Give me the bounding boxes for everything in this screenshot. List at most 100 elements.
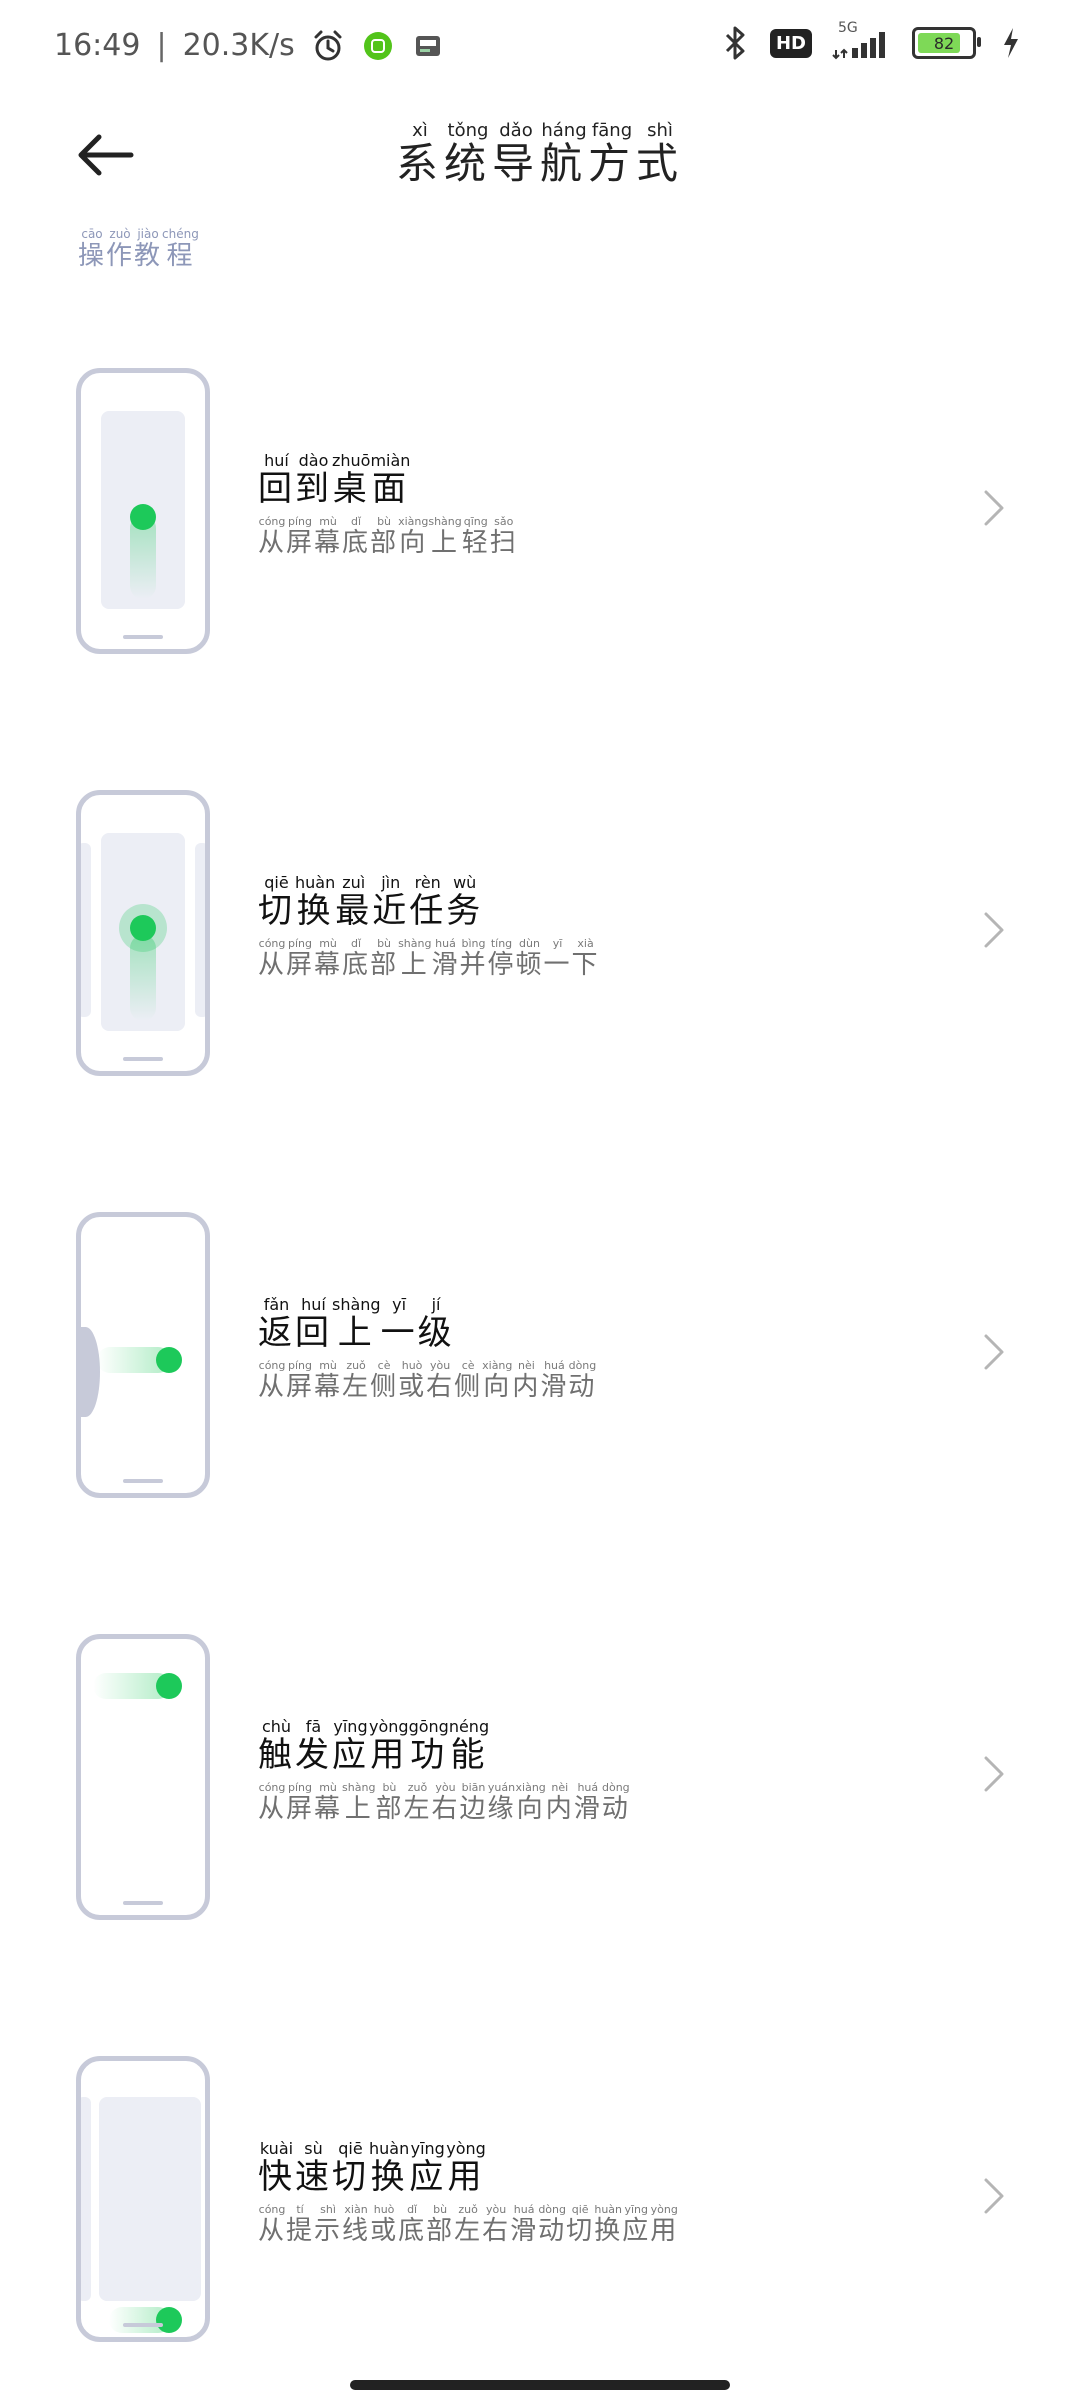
item-subtitle-char: 底dǐ xyxy=(398,2203,426,2246)
item-subtitle-char: 部bù xyxy=(426,2203,454,2246)
item-title-hanzi: 到 xyxy=(295,469,332,509)
phone-illustration xyxy=(76,2056,210,2342)
page-title-pinyin: tǒng xyxy=(443,120,492,141)
navigation-method-item[interactable]: 切qiē换huàn最zuì近jìn任rèn务wù 从cóng屏píng幕mù底dǐ… xyxy=(0,780,1080,1080)
item-subtitle-pinyin: mù xyxy=(314,937,343,950)
item-title-hanzi: 切 xyxy=(332,2157,369,2197)
touch-point xyxy=(156,1673,182,1699)
page-title-pinyin: xì xyxy=(395,120,444,141)
item-subtitle-hanzi: 动 xyxy=(568,1372,597,1402)
item-title-pinyin: fā xyxy=(295,1717,332,1736)
page-title-pinyin: fāng xyxy=(588,120,637,141)
item-title-hanzi: 换 xyxy=(295,891,336,931)
phone-home-bar xyxy=(123,635,163,639)
item-subtitle-char: 或huò xyxy=(398,1359,427,1402)
item-subtitle-char: 下xià xyxy=(572,937,600,980)
item-subtitle-hanzi: 滑 xyxy=(573,1794,602,1824)
item-subtitle-char: 应yīng xyxy=(622,2203,650,2246)
phone-home-bar xyxy=(123,1479,163,1483)
item-title-pinyin: zuì xyxy=(335,873,373,892)
item-subtitle-hanzi: 上 xyxy=(398,950,432,980)
item-subtitle-hanzi: 侧 xyxy=(454,1372,483,1402)
item-subtitle-char: 切qiē xyxy=(566,2203,594,2246)
item-subtitle: 从cóng提tí示shì线xiàn或huò底dǐ部bù左zuǒ右yòu滑huá动… xyxy=(258,2203,678,2247)
item-subtitle-hanzi: 提 xyxy=(286,2216,315,2246)
navigation-method-item[interactable]: 触chù发fā应yīng用yòng功gōng能néng 从cóng屏píng幕mù… xyxy=(0,1624,1080,1924)
item-subtitle: 从cóng屏píng幕mù底dǐ部bù上shàng滑huá并bìng停tíng顿… xyxy=(258,937,600,981)
page-title: 系xì统tǒng导dǎo航háng方fāng式shì xyxy=(0,120,1080,191)
item-title-hanzi: 触 xyxy=(258,1735,295,1775)
item-title-pinyin: zhuō xyxy=(332,451,371,470)
item-subtitle-hanzi: 右 xyxy=(482,2216,511,2246)
item-title-char: 桌zhuō xyxy=(332,451,371,509)
item-subtitle-char: 轻qīng xyxy=(462,515,490,558)
item-subtitle-char: 停tíng xyxy=(488,937,516,980)
item-subtitle-pinyin: shàng xyxy=(342,1781,376,1794)
item-subtitle-char: 滑huá xyxy=(573,1781,602,1824)
app-notification-icon xyxy=(361,29,395,63)
item-subtitle-hanzi: 幕 xyxy=(314,528,343,558)
item-subtitle-char: 部bù xyxy=(370,937,398,980)
item-subtitle-pinyin: cè xyxy=(370,1359,399,1372)
item-subtitle-char: 示shì xyxy=(314,2203,342,2246)
touch-point xyxy=(130,504,156,530)
item-subtitle-pinyin: shì xyxy=(314,2203,343,2216)
item-subtitle-pinyin: mù xyxy=(314,515,343,528)
item-subtitle-char: 从cóng xyxy=(258,2203,286,2246)
item-subtitle-char: 滑huá xyxy=(431,937,460,980)
item-subtitle-hanzi: 或 xyxy=(398,1372,427,1402)
item-subtitle-char: 缘yuán xyxy=(487,1781,516,1824)
page-title-char: 导dǎo xyxy=(491,120,540,188)
item-subtitle-char: 从cóng xyxy=(258,515,286,558)
item-subtitle-hanzi: 内 xyxy=(545,1794,574,1824)
item-subtitle-pinyin: dùn xyxy=(515,937,544,950)
item-subtitle-pinyin: yīng xyxy=(622,2203,651,2216)
item-subtitle-hanzi: 部 xyxy=(370,528,399,558)
tutorial-link-pinyin: zuò xyxy=(106,227,135,241)
item-subtitle-char: 向xiàng xyxy=(398,515,428,558)
item-subtitle-pinyin: shàng xyxy=(398,937,432,950)
item-subtitle-char: 左zuǒ xyxy=(403,1781,431,1824)
phone-illustration xyxy=(76,1634,210,1920)
item-title-hanzi: 桌 xyxy=(332,469,371,509)
item-subtitle-hanzi: 滑 xyxy=(510,2216,539,2246)
item-title-pinyin: néng xyxy=(448,1717,490,1736)
item-subtitle-hanzi: 缘 xyxy=(487,1794,516,1824)
gesture-navigation-bar[interactable] xyxy=(350,2380,730,2390)
item-subtitle-hanzi: 滑 xyxy=(431,950,460,980)
navigation-method-item[interactable]: 返fǎn回huí上shàng一yī级jí 从cóng屏píng幕mù左zuǒ侧cè… xyxy=(0,1202,1080,1502)
item-subtitle-pinyin: cóng xyxy=(258,2203,287,2216)
item-subtitle-hanzi: 屏 xyxy=(286,1372,315,1402)
tutorial-link-hanzi: 操 xyxy=(78,241,107,271)
item-subtitle-pinyin: qiē xyxy=(566,2203,595,2216)
item-subtitle-pinyin: cóng xyxy=(258,515,287,528)
tutorial-link[interactable]: 操cāo作zuò教jiào程chéng xyxy=(78,227,199,272)
item-subtitle-char: 左zuǒ xyxy=(454,2203,482,2246)
item-subtitle-hanzi: 线 xyxy=(342,2216,371,2246)
item-subtitle: 从cóng屏píng幕mù底dǐ部bù向xiàng上shàng轻qīng扫sǎo xyxy=(258,515,518,559)
item-title-hanzi: 发 xyxy=(295,1735,332,1775)
item-title-pinyin: kuài xyxy=(258,2139,295,2158)
item-title-hanzi: 用 xyxy=(446,2157,486,2197)
page-title-hanzi: 方 xyxy=(588,139,637,188)
item-title-pinyin: fǎn xyxy=(258,1295,295,1314)
signal-5g-icon: 5G xyxy=(830,20,894,60)
item-subtitle-pinyin: mù xyxy=(314,1359,343,1372)
item-subtitle-hanzi: 幕 xyxy=(314,950,343,980)
navigation-method-item[interactable]: 回huí到dào桌zhuō面miàn 从cóng屏píng幕mù底dǐ部bù向xi… xyxy=(0,358,1080,658)
item-title-char: 应yīng xyxy=(332,1717,369,1775)
item-subtitle-pinyin: yòu xyxy=(431,1781,460,1794)
item-title-pinyin: qiē xyxy=(332,2139,369,2158)
item-title-hanzi: 回 xyxy=(295,1313,332,1353)
touch-point xyxy=(130,915,156,941)
page-title-hanzi: 导 xyxy=(491,139,540,188)
tutorial-link-pinyin: cāo xyxy=(78,227,107,241)
item-subtitle-pinyin: dǐ xyxy=(342,515,371,528)
item-title: 触chù发fā应yīng用yòng功gōng能néng xyxy=(258,1717,630,1775)
navigation-method-item[interactable]: 快kuài速sù切qiē换huàn应yīng用yòng 从cóng提tí示shì线… xyxy=(0,2046,1080,2346)
item-subtitle-pinyin: nèi xyxy=(545,1781,574,1794)
item-text: 返fǎn回huí上shàng一yī级jí 从cóng屏píng幕mù左zuǒ侧cè… xyxy=(258,1295,597,1403)
item-subtitle-char: 换huàn xyxy=(594,2203,622,2246)
item-subtitle-char: 上shàng xyxy=(398,937,432,980)
charging-icon xyxy=(994,26,1028,60)
